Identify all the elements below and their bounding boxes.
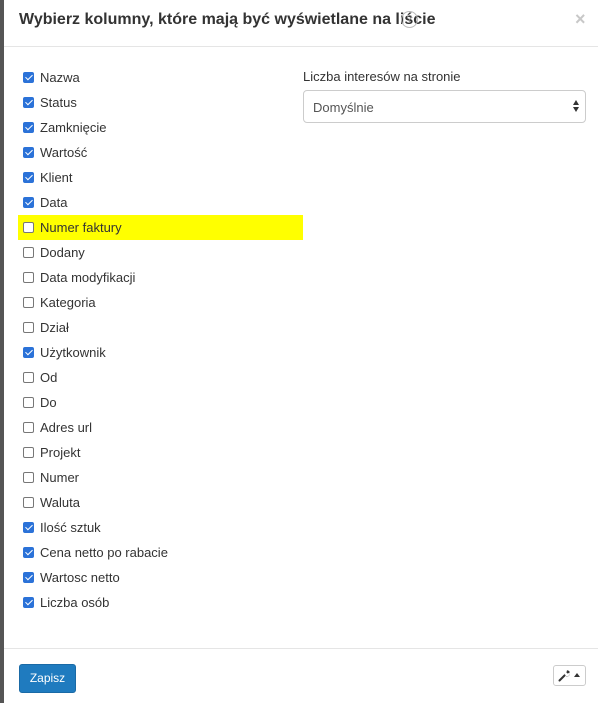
column-option[interactable]: Status bbox=[19, 90, 303, 115]
dialog-header: Wybierz kolumny, które mają być wyświetl… bbox=[4, 0, 598, 47]
column-option-label: Od bbox=[40, 370, 58, 385]
dialog-title: Wybierz kolumny, które mają być wyświetl… bbox=[19, 11, 436, 28]
close-icon[interactable]: × bbox=[575, 9, 586, 30]
column-option-label: Data bbox=[40, 195, 68, 210]
column-option-label: Adres url bbox=[40, 420, 93, 435]
dialog-footer: Zapisz bbox=[4, 648, 598, 704]
column-option[interactable]: Ilość sztuk bbox=[19, 515, 303, 540]
column-checkbox[interactable] bbox=[23, 472, 34, 483]
column-checkbox[interactable] bbox=[23, 197, 34, 208]
column-option-label: Numer bbox=[40, 470, 80, 485]
tools-dropdown-button[interactable] bbox=[553, 665, 586, 686]
column-option-label: Projekt bbox=[40, 445, 81, 460]
column-option[interactable]: Numer faktury bbox=[18, 215, 303, 240]
column-option[interactable]: Od bbox=[19, 365, 303, 390]
column-option[interactable]: Waluta bbox=[19, 490, 303, 515]
wrench-icon bbox=[558, 670, 571, 682]
column-checkbox[interactable] bbox=[23, 297, 34, 308]
column-checkbox[interactable] bbox=[23, 597, 34, 608]
column-option-label: Do bbox=[40, 395, 57, 410]
column-option-label: Dodany bbox=[40, 245, 85, 260]
column-option-label: Status bbox=[40, 95, 77, 110]
column-checkbox[interactable] bbox=[23, 547, 34, 558]
column-checkbox-list: Nazwa Status Zamknięcie Wartość Klient Data Nu… bbox=[18, 65, 303, 615]
column-option[interactable]: Kategoria bbox=[19, 290, 303, 315]
column-option[interactable]: Data modyfikacji bbox=[19, 265, 303, 290]
column-chooser-dialog: Wybierz kolumny, które mają być wyświetl… bbox=[4, 0, 598, 703]
column-option[interactable]: Zamknięcie bbox=[19, 115, 303, 140]
column-option-label: Ilość sztuk bbox=[40, 520, 101, 535]
per-page-selected-value: Domyślnie bbox=[313, 100, 374, 115]
column-option-label: Data modyfikacji bbox=[40, 270, 136, 285]
column-checkbox[interactable] bbox=[23, 97, 34, 108]
column-option-label: Zamknięcie bbox=[40, 120, 107, 135]
column-option[interactable]: Dodany bbox=[19, 240, 303, 265]
column-option[interactable]: Użytkownik bbox=[19, 340, 303, 365]
per-page-select[interactable]: Domyślnie bbox=[303, 90, 586, 123]
select-arrows-icon bbox=[573, 98, 580, 114]
column-checkbox[interactable] bbox=[23, 147, 34, 158]
column-checkbox[interactable] bbox=[23, 272, 34, 283]
column-option[interactable]: Do bbox=[19, 390, 303, 415]
caret-up-icon bbox=[574, 673, 580, 677]
column-option[interactable]: Projekt bbox=[19, 440, 303, 465]
column-checkbox[interactable] bbox=[23, 522, 34, 533]
column-option[interactable]: Wartosc netto bbox=[19, 565, 303, 590]
column-checkbox[interactable] bbox=[23, 322, 34, 333]
column-option-label: Liczba osób bbox=[40, 595, 110, 610]
column-checkbox[interactable] bbox=[23, 372, 34, 383]
save-button[interactable]: Zapisz bbox=[19, 664, 76, 693]
column-checkbox[interactable] bbox=[23, 572, 34, 583]
column-checkbox[interactable] bbox=[23, 497, 34, 508]
column-checkbox[interactable] bbox=[23, 122, 34, 133]
question-circle-icon[interactable]: ? bbox=[401, 11, 418, 28]
column-checkbox[interactable] bbox=[23, 222, 34, 233]
column-option[interactable]: Liczba osób bbox=[19, 590, 303, 615]
column-option[interactable]: Cena netto po rabacie bbox=[19, 540, 303, 565]
column-option-label: Wartosc netto bbox=[40, 570, 120, 585]
column-option-label: Wartość bbox=[40, 145, 88, 160]
column-option[interactable]: Nazwa bbox=[19, 65, 303, 90]
column-checkbox[interactable] bbox=[23, 247, 34, 258]
column-option-label: Klient bbox=[40, 170, 73, 185]
column-option[interactable]: Data bbox=[19, 190, 303, 215]
column-option-label: Dział bbox=[40, 320, 69, 335]
column-checkbox[interactable] bbox=[23, 172, 34, 183]
column-checkbox[interactable] bbox=[23, 422, 34, 433]
per-page-label: Liczba interesów na stronie bbox=[303, 69, 461, 84]
column-checkbox[interactable] bbox=[23, 72, 34, 83]
column-checkbox[interactable] bbox=[23, 397, 34, 408]
column-option-label: Waluta bbox=[40, 495, 80, 510]
column-option-label: Numer faktury bbox=[40, 220, 122, 235]
column-option-label: Nazwa bbox=[40, 70, 80, 85]
column-option[interactable]: Klient bbox=[19, 165, 303, 190]
column-checkbox[interactable] bbox=[23, 347, 34, 358]
column-option[interactable]: Adres url bbox=[19, 415, 303, 440]
column-option-label: Kategoria bbox=[40, 295, 96, 310]
column-option-label: Użytkownik bbox=[40, 345, 106, 360]
column-option[interactable]: Dział bbox=[19, 315, 303, 340]
column-option[interactable]: Wartość bbox=[19, 140, 303, 165]
column-checkbox[interactable] bbox=[23, 447, 34, 458]
column-option-label: Cena netto po rabacie bbox=[40, 545, 168, 560]
column-option[interactable]: Numer bbox=[19, 465, 303, 490]
